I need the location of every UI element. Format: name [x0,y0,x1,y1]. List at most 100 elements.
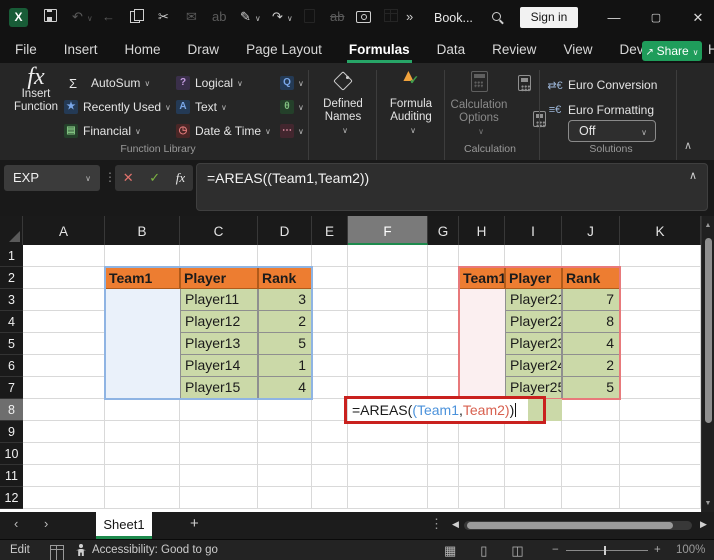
ribbon-tab-page-layout[interactable]: Page Layout [246,42,322,57]
table-cell[interactable]: 7 [562,289,620,311]
chevron-down-icon[interactable] [287,14,293,23]
column-header-H[interactable]: H [459,216,505,245]
ribbon-tab-insert[interactable]: Insert [64,42,98,57]
table-cell[interactable]: 2 [562,355,620,377]
table-cell[interactable]: 5 [562,377,620,399]
row-header-12[interactable]: 12 [0,487,23,509]
chevron-down-icon[interactable] [265,127,271,136]
view-shortcut-icons[interactable]: ▦▯◫ [444,540,548,560]
table-cell[interactable]: Player22 [505,311,562,333]
calculate-now-button[interactable] [518,75,531,92]
column-header-B[interactable]: B [105,216,180,245]
column-header-J[interactable]: J [562,216,620,245]
expand-formula-bar-icon[interactable]: ∧ [689,169,697,182]
strikethrough-icon[interactable]: ab [330,9,344,25]
hscroll-left-icon[interactable]: ◀ [452,519,459,530]
table-cell[interactable]: Player11 [180,289,258,311]
table-cell[interactable]: Player12 [180,311,258,333]
zoom-slider[interactable] [566,550,648,551]
copy-icon[interactable] [130,8,144,27]
row-header-8[interactable]: 8 [0,399,23,421]
search-icon[interactable] [492,12,504,24]
row-header-7[interactable]: 7 [0,377,23,399]
new-document-icon[interactable] [304,9,315,27]
row-header-9[interactable]: 9 [0,421,23,443]
ribbon-tab-help[interactable]: Help [708,42,714,57]
row-header-4[interactable]: 4 [0,311,23,333]
redo-icon[interactable]: ↷ [272,9,293,27]
enter-icon[interactable]: ✓ [149,170,160,186]
next-sheet-icon[interactable]: › [44,516,48,531]
replace-icon[interactable]: ab [212,9,226,25]
more-functions-button[interactable]: ⋯ [280,120,304,142]
table-header-cell[interactable]: Team1 [459,267,505,289]
zoom-out-button[interactable]: − [552,540,559,560]
ribbon-tab-data[interactable]: Data [437,42,466,57]
autosum-button[interactable]: Σ AutoSum [64,72,150,94]
insert-function-button[interactable]: fx Insert Function [8,65,64,114]
accessibility-status[interactable]: Accessibility: Good to go [92,540,218,560]
chevron-down-icon[interactable] [165,103,171,112]
close-button[interactable]: ✕ [688,8,708,28]
add-sheet-button[interactable]: + [190,515,199,532]
math-trig-button[interactable]: θ [280,96,304,118]
euro-formatting-button[interactable]: ≡€ Euro Formatting [546,99,654,121]
horizontal-scrollbar[interactable] [464,521,692,530]
row-header-6[interactable]: 6 [0,355,23,377]
column-header-K[interactable]: K [620,216,701,245]
recently-used-button[interactable]: ★ Recently Used [64,96,171,118]
table-header-cell[interactable]: Team1 [105,267,180,289]
defined-names-button[interactable]: Defined Names [314,71,372,137]
row-header-5[interactable]: 5 [0,333,23,355]
date-time-button[interactable]: ◷ Date & Time [176,120,271,142]
insert-function-fx-icon[interactable]: fx [176,170,185,186]
table-cell[interactable]: Player23 [505,333,562,355]
sheet-tab-sheet1[interactable]: Sheet1 [96,512,152,539]
zoom-in-button[interactable]: + [654,540,661,560]
sheet-options-icon[interactable]: ⋮ [430,516,443,532]
chevron-down-icon[interactable] [144,79,150,88]
text-button[interactable]: A Text [176,96,227,118]
select-all-corner[interactable] [0,216,23,245]
qat-overflow-button[interactable]: » [406,9,413,25]
table-cell[interactable]: 5 [258,333,312,355]
cut-icon[interactable]: ✂ [158,9,169,25]
vertical-scroll-thumb[interactable] [704,238,712,423]
formula-auditing-button[interactable]: Formula Auditing [382,69,440,137]
chevron-down-icon[interactable] [298,127,304,136]
table-cell[interactable]: 3 [258,289,312,311]
table-header-cell[interactable]: Rank [258,267,312,289]
row-header-3[interactable]: 3 [0,289,23,311]
chevron-down-icon[interactable] [255,14,261,23]
chevron-down-icon[interactable] [298,79,304,88]
sign-in-button[interactable]: Sign in [520,7,578,28]
ribbon-tab-formulas[interactable]: Formulas [346,42,412,63]
vertical-scrollbar[interactable]: ▲ ▼ [701,216,714,512]
spreadsheet-grid[interactable]: A B C D E F G H I J K 1 2 3 4 5 6 7 8 9 10 11 12 Team1 Player Ran… [0,216,714,512]
table-header-cell[interactable]: Player [505,267,562,289]
mail-icon[interactable]: ✉ [186,9,197,25]
table-cell[interactable]: Player25 [505,377,562,399]
column-header-C[interactable]: C [180,216,258,245]
ribbon-tab-draw[interactable]: Draw [188,42,220,57]
lookup-reference-button[interactable]: Q [280,72,304,94]
camera-icon[interactable] [356,9,371,27]
table-cell[interactable]: 4 [562,333,620,355]
ribbon-tab-view[interactable]: View [563,42,592,57]
draw-touch-icon[interactable]: ✎ [240,9,261,27]
column-header-D[interactable]: D [258,216,312,245]
table-cell[interactable]: 2 [258,311,312,333]
maximize-button[interactable]: ▢ [646,8,666,28]
table-cell[interactable]: Player24 [505,355,562,377]
macro-record-icon[interactable] [50,545,64,560]
undo-icon[interactable]: ↶ [72,9,93,27]
ribbon-tab-review[interactable]: Review [492,42,536,57]
table-cell[interactable]: 1 [258,355,312,377]
formula-input[interactable]: =AREAS((Team1,Team2)) ∧ [196,163,708,211]
row-header-11[interactable]: 11 [0,465,23,487]
cell-edit-area[interactable]: =AREAS((Team1,Team2)) [348,399,528,421]
back-icon[interactable]: ← [102,9,115,25]
column-header-I[interactable]: I [505,216,562,245]
table-cell[interactable]: 4 [258,377,312,399]
chevron-down-icon[interactable] [221,103,227,112]
